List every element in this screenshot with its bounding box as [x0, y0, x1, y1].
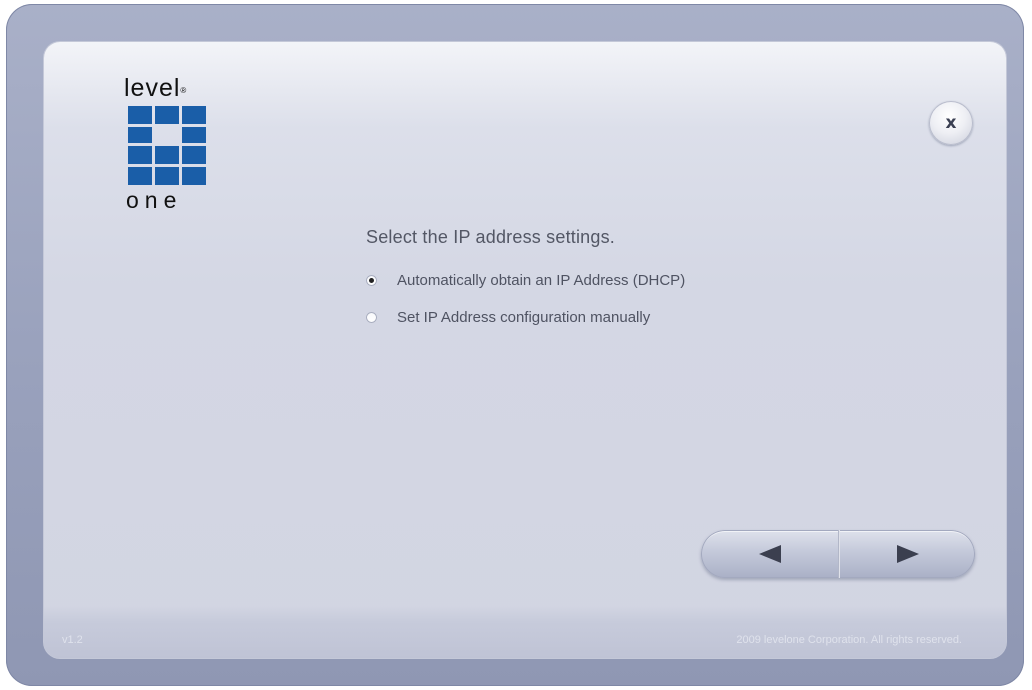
copyright-text: 2009 levelone Corporation. All rights re…: [736, 634, 962, 646]
option-manual[interactable]: Set IP Address configuration manually: [366, 309, 650, 326]
option-dhcp[interactable]: Automatically obtain an IP Address (DHCP…: [366, 272, 685, 289]
option-dhcp-label: Automatically obtain an IP Address (DHCP…: [397, 272, 686, 289]
page-title: Select the IP address settings.: [366, 227, 616, 247]
triangle-right-icon: [896, 545, 919, 563]
option-manual-label: Set IP Address configuration manually: [397, 309, 651, 326]
back-button[interactable]: [701, 530, 838, 578]
wizard-panel: level® one x Select the IP address setti…: [44, 42, 1006, 658]
close-button[interactable]: x: [929, 101, 973, 145]
logo-bottom-text: one: [126, 187, 183, 213]
close-icon: x: [945, 113, 957, 133]
footer-band: v1.2 2009 levelone Corporation. All righ…: [44, 606, 1006, 658]
logo-top-text: level®: [124, 74, 188, 102]
next-button[interactable]: [840, 530, 975, 578]
radio-dhcp[interactable]: [366, 275, 377, 286]
nav-button-group: [701, 530, 975, 578]
logo-grid-icon: [128, 106, 206, 185]
levelone-logo: level® one: [124, 74, 214, 212]
radio-manual[interactable]: [366, 312, 377, 323]
triangle-left-icon: [758, 545, 781, 563]
version-label: v1.2: [62, 634, 83, 646]
